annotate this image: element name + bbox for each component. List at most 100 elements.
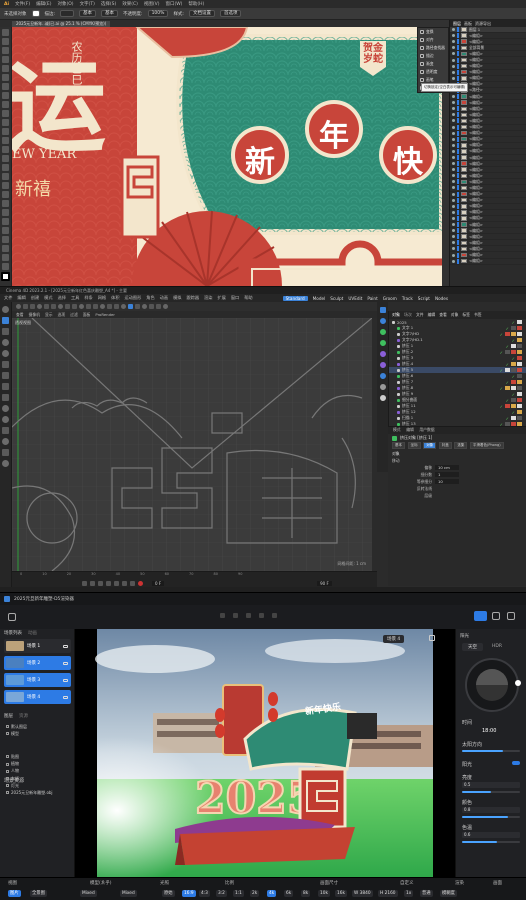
attr-btn-caps[interactable]: 封盖 bbox=[438, 442, 452, 449]
material-tag-icon[interactable] bbox=[505, 368, 510, 372]
attr-tab-userdata[interactable]: 用户数据 bbox=[417, 427, 436, 433]
visibility-eye-icon[interactable] bbox=[452, 229, 455, 233]
setting-button[interactable]: 普通 bbox=[420, 890, 433, 897]
tab-layers[interactable]: 图层 bbox=[453, 21, 461, 27]
next-key-icon[interactable] bbox=[122, 580, 127, 586]
setting-button[interactable]: W 3840 bbox=[352, 890, 373, 897]
visibility-eye-icon[interactable] bbox=[452, 34, 455, 38]
visibility-eye-icon[interactable] bbox=[452, 253, 455, 257]
rectangle-tool-icon[interactable] bbox=[2, 92, 9, 99]
material-tag-icon[interactable] bbox=[505, 386, 510, 390]
intensity-input[interactable]: 0.5 bbox=[462, 782, 520, 788]
snap-icon[interactable] bbox=[2, 405, 9, 412]
material-tag-icon[interactable] bbox=[511, 344, 516, 348]
c4d-menu-item[interactable]: 网格 bbox=[98, 295, 106, 301]
end-frame-field[interactable]: 90 F bbox=[317, 580, 332, 586]
pen-tool-icon[interactable] bbox=[2, 56, 9, 63]
visibility-eye-icon[interactable] bbox=[452, 223, 455, 227]
layout-tab[interactable]: Nodes bbox=[435, 296, 448, 301]
enabled-check-icon[interactable]: ✓ bbox=[506, 326, 509, 331]
visibility-eye-icon[interactable] bbox=[452, 149, 455, 153]
render-camera-button[interactable] bbox=[474, 611, 487, 621]
visibility-eye-icon[interactable] bbox=[452, 241, 455, 245]
prev-frame-icon[interactable] bbox=[98, 580, 103, 586]
field-icon[interactable] bbox=[379, 362, 386, 368]
material-tag-icon[interactable] bbox=[517, 404, 522, 408]
undo-icon[interactable] bbox=[2, 306, 9, 313]
c4d-menu-item[interactable]: 创建 bbox=[31, 295, 39, 301]
enabled-check-icon[interactable]: ✓ bbox=[506, 344, 509, 349]
move-tool-icon[interactable] bbox=[2, 328, 9, 335]
enabled-check-icon[interactable]: ✓ bbox=[512, 392, 515, 397]
zoom-tool-icon[interactable] bbox=[2, 263, 9, 270]
material-tag-icon[interactable] bbox=[511, 350, 516, 354]
brush-dropdown[interactable]: 基本 bbox=[79, 10, 97, 17]
bend-icon[interactable] bbox=[142, 304, 147, 309]
time-slider[interactable] bbox=[462, 750, 520, 752]
c4d-menu-item[interactable]: 样条 bbox=[84, 295, 92, 301]
z-axis-icon[interactable] bbox=[79, 304, 84, 309]
time-value[interactable]: 18:00 bbox=[482, 728, 496, 734]
setting-button[interactable]: H 2160 bbox=[378, 890, 398, 897]
line-tool-icon[interactable] bbox=[2, 83, 9, 90]
scene-item-4[interactable]: 场景 4 bbox=[4, 690, 71, 704]
recent-icon[interactable] bbox=[58, 304, 63, 309]
attr-btn-object[interactable]: 对象 bbox=[423, 442, 437, 449]
enabled-check-icon[interactable]: ✓ bbox=[512, 356, 515, 361]
visibility-eye-icon[interactable] bbox=[452, 259, 455, 263]
subdivision-icon[interactable] bbox=[128, 304, 133, 309]
menu-edit[interactable]: 编辑(E) bbox=[36, 1, 51, 7]
setting-button[interactable]: 4:3 bbox=[199, 890, 210, 897]
gradient-tool-icon[interactable] bbox=[2, 191, 9, 198]
visibility-eye-icon[interactable] bbox=[452, 137, 455, 141]
fullscreen-icon[interactable] bbox=[429, 635, 435, 641]
type-tool-icon[interactable] bbox=[2, 74, 9, 81]
enabled-check-icon[interactable]: ✓ bbox=[500, 350, 503, 355]
c4d-menu-item[interactable]: 运动图形 bbox=[125, 295, 142, 301]
opacity-input[interactable]: 100% bbox=[147, 10, 169, 17]
c4d-menu-item[interactable]: 模式 bbox=[44, 295, 52, 301]
visibility-eye-icon[interactable] bbox=[452, 174, 455, 178]
enabled-check-icon[interactable]: ✓ bbox=[506, 416, 509, 421]
array-icon[interactable] bbox=[135, 304, 140, 309]
visibility-eye-icon[interactable] bbox=[452, 235, 455, 239]
video-icon[interactable] bbox=[492, 612, 500, 620]
material-tag-icon[interactable] bbox=[517, 392, 522, 396]
object-tab[interactable]: 场次 bbox=[404, 312, 412, 318]
prefs-button[interactable]: 首选项 bbox=[219, 10, 242, 17]
visibility-eye-icon[interactable] bbox=[452, 247, 455, 251]
visibility-eye-icon[interactable] bbox=[452, 216, 455, 220]
scene-icon[interactable] bbox=[379, 373, 386, 379]
viewport-menu-item[interactable]: 选项 bbox=[58, 312, 66, 318]
tab-layers[interactable]: 图层 bbox=[4, 713, 13, 719]
object-menu-item[interactable]: 书签 bbox=[474, 312, 482, 318]
material-tag-icon[interactable] bbox=[511, 380, 516, 384]
layout-tab[interactable]: Sculpt bbox=[330, 296, 343, 301]
visibility-eye-icon[interactable] bbox=[452, 186, 455, 190]
camera-icon[interactable] bbox=[379, 384, 386, 390]
paint-icon[interactable] bbox=[2, 438, 9, 445]
viewport-menu-item[interactable]: 摄像机 bbox=[29, 312, 40, 318]
render-picture-icon[interactable] bbox=[100, 304, 105, 309]
material-tag-icon[interactable] bbox=[517, 344, 522, 348]
setting-button[interactable]: 4k bbox=[267, 890, 277, 897]
artboard-canvas[interactable]: 运 农历乙巳年 EW YEAR 新禧 贺金岁蛇 新 年 快 bbox=[12, 27, 442, 286]
tab-resources[interactable]: 资源 bbox=[19, 713, 28, 719]
y-axis-icon[interactable] bbox=[72, 304, 77, 309]
enabled-check-icon[interactable]: ✓ bbox=[512, 320, 515, 325]
rotate-tool-icon[interactable] bbox=[2, 128, 9, 135]
enabled-check-icon[interactable]: ✓ bbox=[500, 332, 503, 337]
next-frame-icon[interactable] bbox=[114, 580, 119, 586]
edit-render-settings-icon[interactable] bbox=[107, 304, 112, 309]
curvature-tool-icon[interactable] bbox=[2, 65, 9, 72]
setting-button[interactable]: Mixed bbox=[120, 890, 137, 897]
axis-icon[interactable] bbox=[2, 416, 9, 423]
panel-pathfinder[interactable]: 路径查找器 bbox=[418, 44, 448, 52]
c4d-menu-item[interactable]: 角色 bbox=[146, 295, 154, 301]
setting-button[interactable]: 6k bbox=[284, 890, 294, 897]
layout-tab[interactable]: Groom bbox=[383, 296, 397, 301]
free-transform-tool-icon[interactable] bbox=[2, 155, 9, 162]
visibility-eye-icon[interactable] bbox=[452, 95, 455, 99]
setting-button[interactable]: 模糊度 bbox=[440, 890, 457, 897]
tree-item[interactable]: 车辆 bbox=[6, 775, 72, 782]
